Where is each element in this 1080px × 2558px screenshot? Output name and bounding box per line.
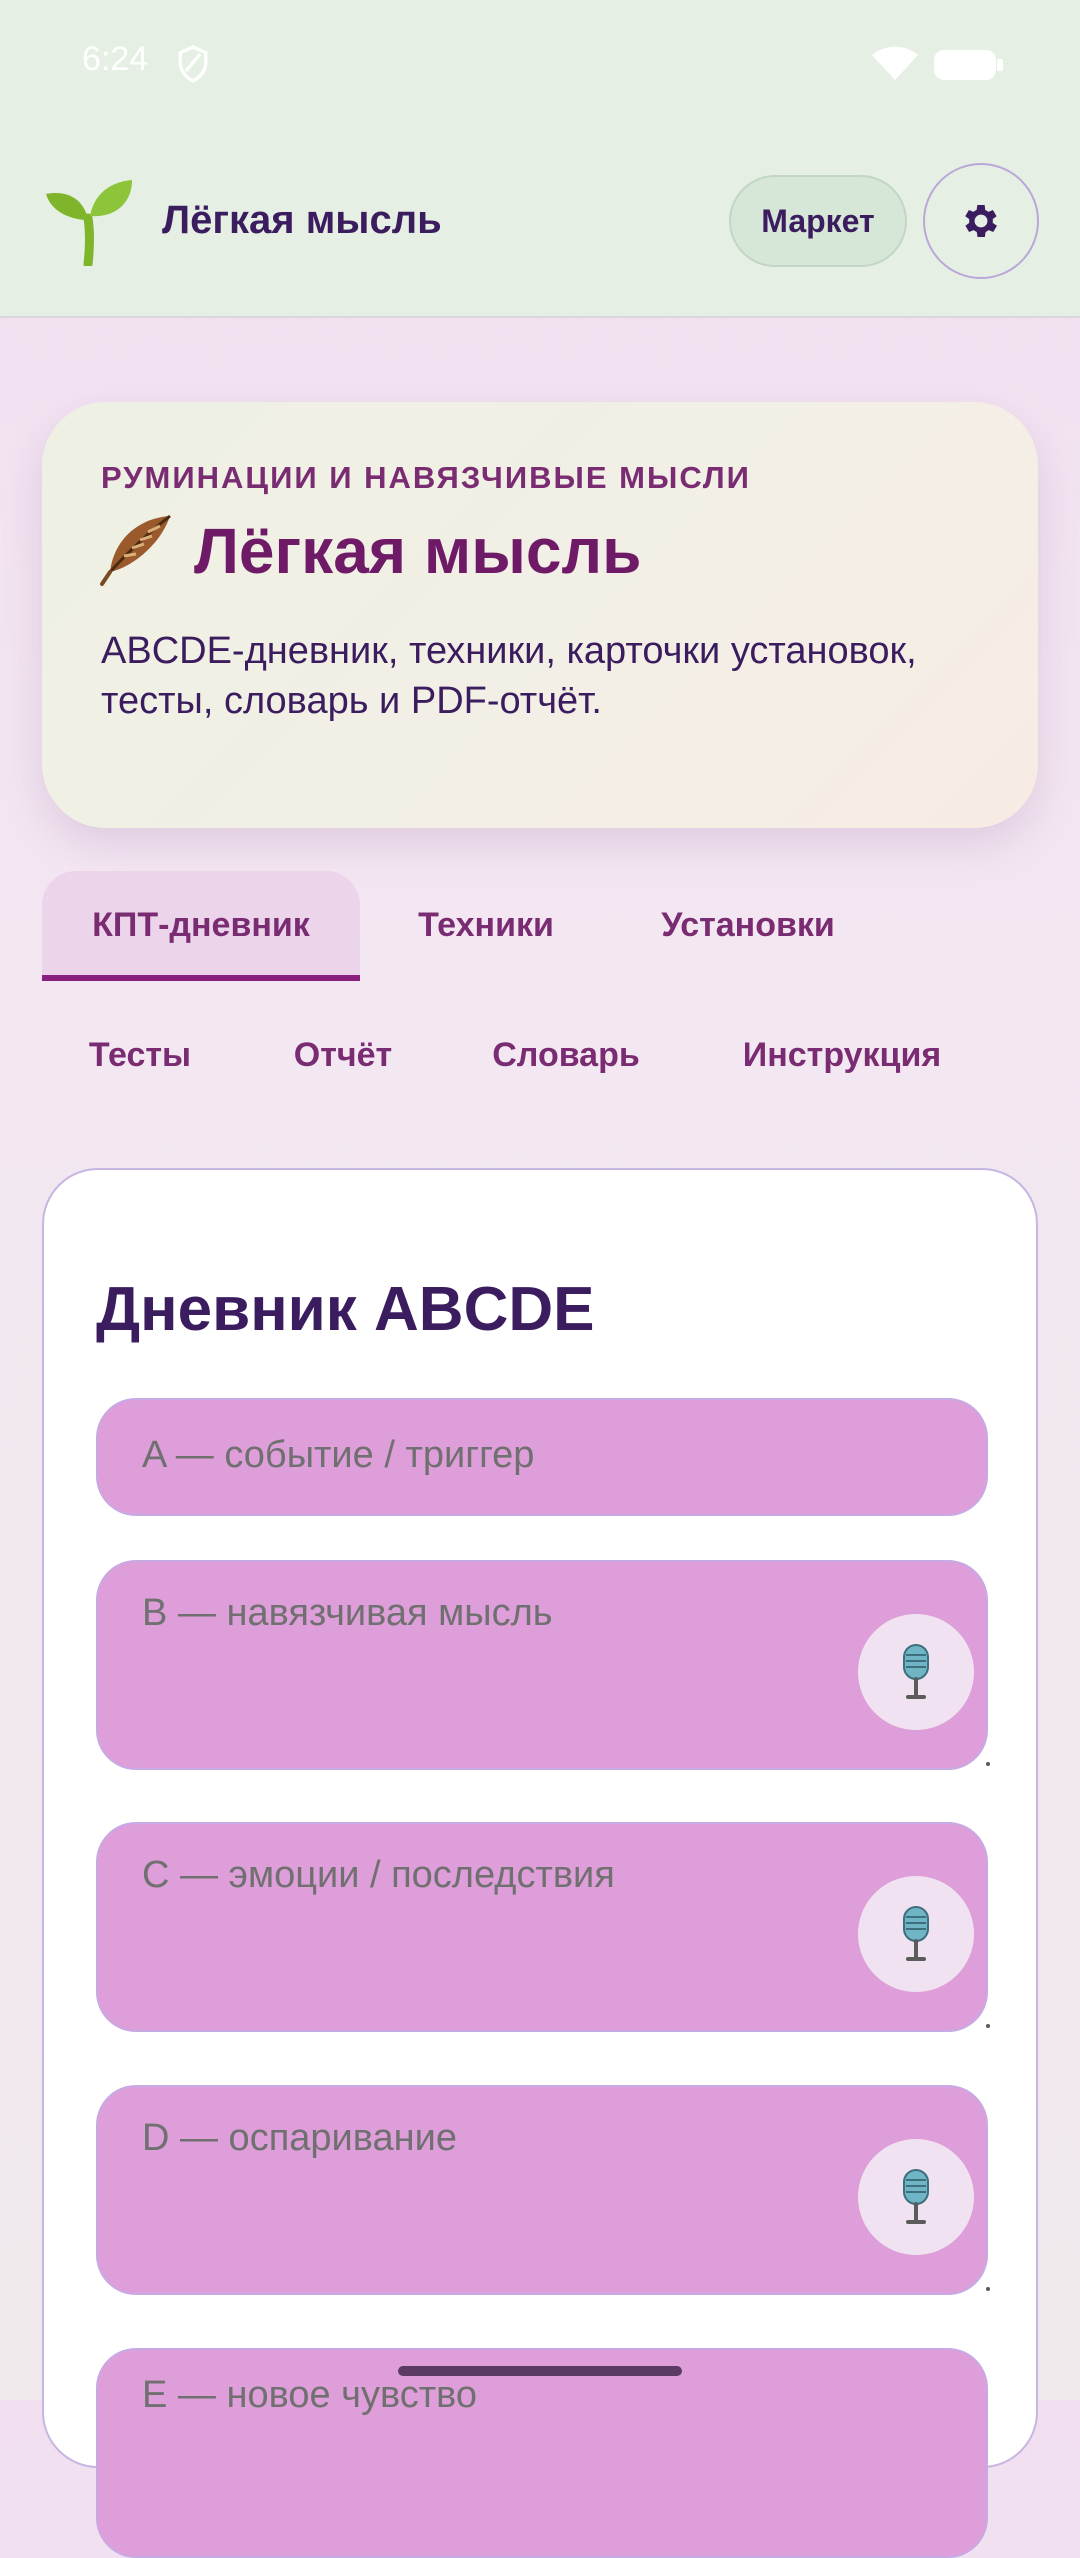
home-indicator[interactable] — [398, 2366, 682, 2376]
shield-icon — [178, 45, 208, 83]
resize-handle[interactable] — [986, 1762, 990, 1766]
field-a-event[interactable]: A — событие / триггер — [96, 1398, 988, 1516]
hero-card: РУМИНАЦИИ И НАВЯЗЧИВЫЕ МЫСЛИ Лёгкая мысл… — [42, 402, 1038, 828]
tab-tests[interactable]: Тесты — [62, 1036, 218, 1075]
voice-input-button-c[interactable] — [858, 1876, 974, 1992]
feather-icon — [100, 514, 171, 586]
resize-handle[interactable] — [986, 2287, 990, 2291]
diary-title: Дневник ABCDE — [96, 1275, 595, 1344]
tab-cbt-diary[interactable]: КПТ-дневник — [42, 906, 360, 945]
tab-glossary[interactable]: Словарь — [476, 1036, 656, 1075]
microphone-icon — [903, 2169, 929, 2224]
hero-title: Лёгкая мысль — [194, 515, 642, 587]
field-e-placeholder: E — новое чувство — [142, 2374, 478, 2416]
settings-button[interactable] — [923, 163, 1039, 279]
field-d-disputation[interactable]: D — оспаривание — [96, 2085, 990, 2295]
field-e-new-feeling[interactable]: E — новое чувство — [96, 2348, 988, 2558]
tab-beliefs[interactable]: Установки — [640, 906, 856, 945]
market-button[interactable]: Маркет — [729, 175, 907, 267]
tab-techniques[interactable]: Техники — [394, 906, 578, 945]
field-c-placeholder: C — эмоции / последствия — [142, 1854, 615, 1896]
diary-card: Дневник ABCDE A — событие / триггер B — … — [42, 1168, 1038, 2558]
field-d-placeholder: D — оспаривание — [142, 2117, 458, 2159]
tab-report[interactable]: Отчёт — [270, 1036, 416, 1075]
field-c-emotions[interactable]: C — эмоции / последствия — [96, 1822, 990, 2032]
hero-kicker: РУМИНАЦИИ И НАВЯЗЧИВЫЕ МЫСЛИ — [101, 460, 751, 495]
app-title: Лёгкая мысль — [162, 198, 442, 242]
app-header: 6:24 Лёгкая мысль Маркет — [0, 0, 1080, 318]
battery-icon — [934, 50, 1003, 80]
sprout-logo-icon — [46, 180, 132, 266]
gear-icon — [965, 205, 997, 237]
resize-handle[interactable] — [986, 2024, 990, 2028]
microphone-icon — [903, 1906, 929, 1961]
hero-description: ABCDE-дневник, техники, карточки установ… — [101, 630, 917, 722]
tab-instructions[interactable]: Инструкция — [720, 1036, 964, 1075]
voice-input-button-d[interactable] — [858, 2139, 974, 2255]
status-time: 6:24 — [82, 40, 149, 78]
tab-active-indicator — [42, 975, 360, 981]
field-b-thought[interactable]: B — навязчивая мысль — [96, 1560, 990, 1770]
field-a-placeholder: A — событие / триггер — [142, 1434, 535, 1476]
microphone-icon — [903, 1644, 929, 1699]
field-b-placeholder: B — навязчивая мысль — [142, 1592, 553, 1634]
wifi-icon — [872, 46, 918, 80]
voice-input-button-b[interactable] — [858, 1614, 974, 1730]
